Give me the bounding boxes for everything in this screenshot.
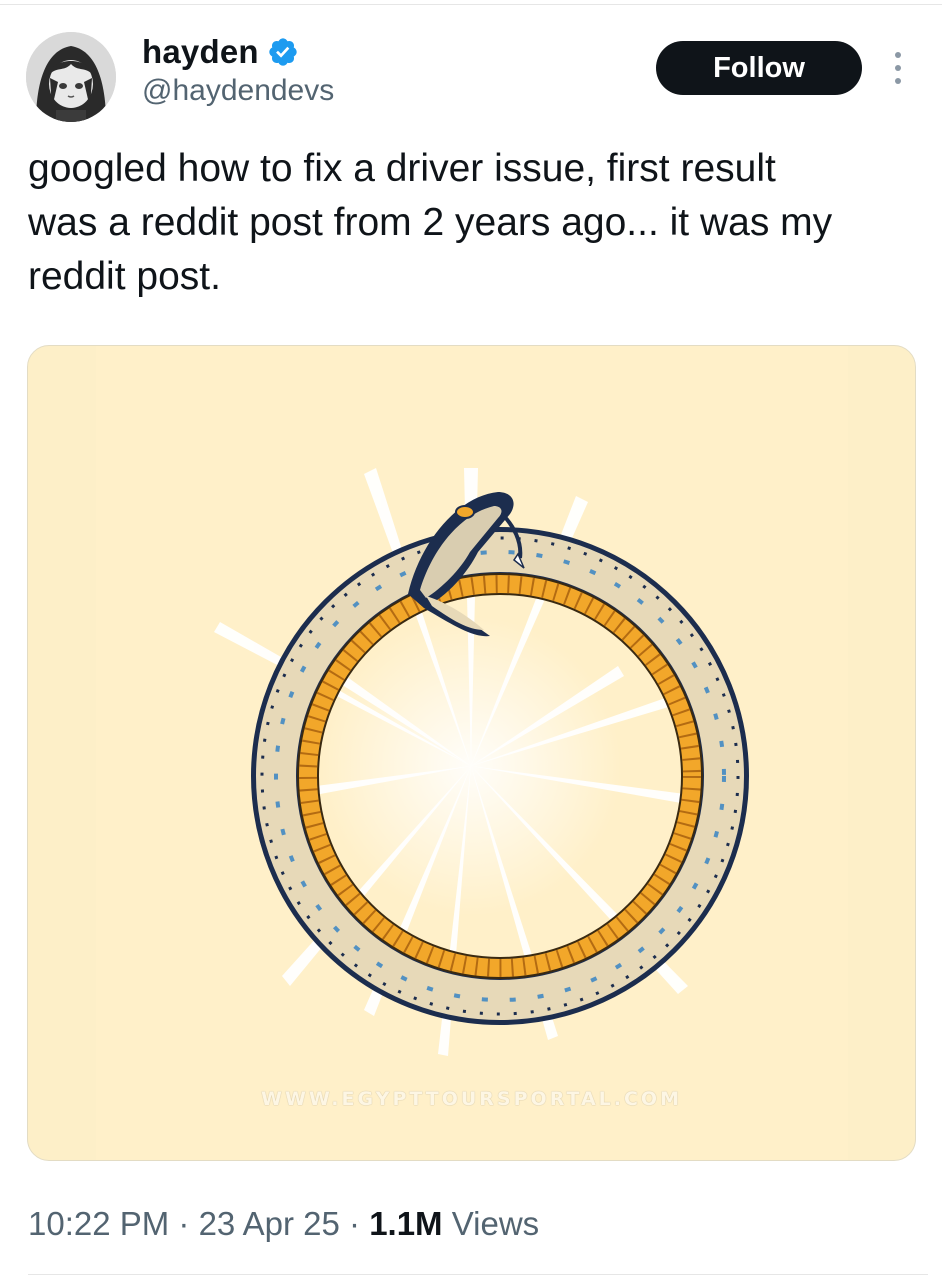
- tweet-text: googled how to fix a driver issue, first…: [28, 147, 833, 298]
- ouroboros-illustration: [214, 468, 749, 1056]
- views-label: Views: [442, 1205, 540, 1242]
- author-name-row: hayden: [142, 30, 334, 74]
- views-count[interactable]: 1.1M: [369, 1205, 442, 1243]
- author-handle[interactable]: @haydendevs: [142, 74, 334, 108]
- author-info: hayden @haydendevs: [142, 30, 334, 108]
- tweet-media-image[interactable]: WWW.EGYPTTOURSPORTAL.COM: [27, 345, 916, 1161]
- tweet-time[interactable]: 10:22 PM: [28, 1205, 169, 1243]
- meta-separator: ·: [169, 1205, 199, 1242]
- top-divider: [0, 4, 942, 5]
- bottom-divider: [28, 1274, 928, 1275]
- image-watermark: WWW.EGYPTTOURSPORTAL.COM: [260, 1088, 682, 1110]
- author-display-name[interactable]: hayden: [142, 33, 259, 71]
- tweet-metadata: 10:22 PM · 23 Apr 25 · 1.1M Views: [28, 1205, 539, 1243]
- avatar-image: [26, 32, 116, 122]
- follow-button[interactable]: Follow: [656, 41, 862, 95]
- meta-separator: ·: [339, 1205, 370, 1242]
- verified-badge-icon[interactable]: [267, 36, 299, 68]
- vertical-ellipsis-icon[interactable]: [884, 50, 912, 86]
- author-avatar[interactable]: [26, 32, 116, 122]
- tweet-date[interactable]: 23 Apr 25: [199, 1205, 340, 1243]
